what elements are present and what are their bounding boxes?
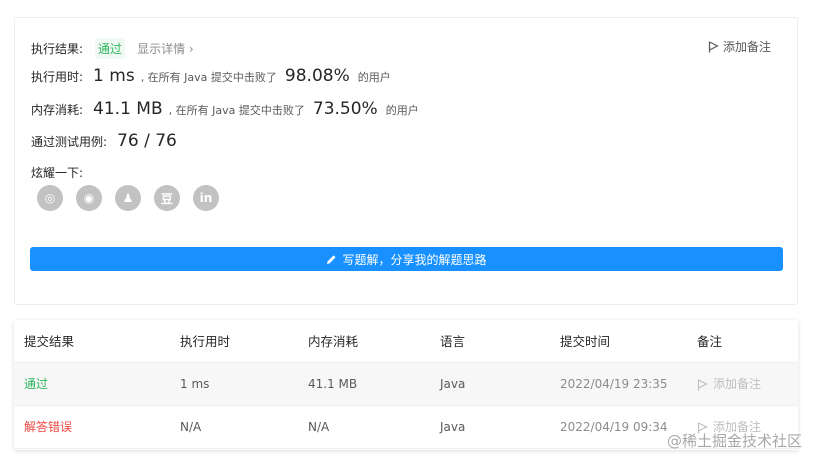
table-row: 通过 1 ms 41.1 MB Java 2022/04/19 23:35 添加… [14, 363, 798, 406]
share-icons: ◎ ◉ ♟ 豆 in [37, 185, 219, 211]
add-note-button[interactable]: 添加备注 [708, 38, 771, 55]
memory-percent: 73.50% [312, 99, 378, 119]
memory-value: 41.1 MB [93, 99, 163, 119]
flag-icon [697, 378, 708, 390]
pencil-icon [327, 254, 337, 264]
runtime-beat-text: , 在所有 Java 提交中击败了 [140, 71, 277, 84]
row-runtime: 1 ms [180, 377, 210, 391]
row-time: 2022/04/19 09:34 [560, 420, 668, 434]
header-note: 备注 [697, 334, 723, 349]
row-memory: 41.1 MB [308, 377, 358, 391]
runtime-value: 1 ms [93, 66, 135, 86]
row-note-label: 添加备注 [713, 377, 762, 391]
status-row: 执行结果: 通过 显示详情 › [31, 38, 194, 59]
row-language: Java [440, 377, 466, 391]
show-details-link[interactable]: 显示详情 › [137, 40, 194, 57]
tests-value: 76 / 76 [117, 131, 177, 151]
row-time: 2022/04/19 23:35 [560, 377, 668, 391]
row-memory: N/A [308, 420, 330, 434]
header-time: 提交时间 [560, 334, 611, 349]
tests-label: 通过测试用例: [31, 135, 108, 149]
result-card: 执行结果: 通过 显示详情 › 添加备注 执行用时: 1 ms , 在所有 Ja… [14, 17, 798, 305]
status-badge: 通过 [95, 38, 126, 59]
qq-icon[interactable]: ♟ [115, 185, 141, 211]
row-language: Java [440, 420, 466, 434]
watermark: @稀土掘金技术社区 [666, 432, 802, 450]
flag-icon [708, 40, 719, 52]
weibo-icon[interactable]: ◉ [76, 185, 102, 211]
douban-icon[interactable]: 豆 [154, 185, 180, 211]
linkedin-icon[interactable]: in [193, 185, 219, 211]
memory-beat-text: , 在所有 Java 提交中击败了 [168, 104, 305, 117]
runtime-row: 执行用时: 1 ms , 在所有 Java 提交中击败了 98.08% 的用户 [31, 66, 391, 86]
status-label: 执行结果: [31, 42, 84, 56]
wechat-icon[interactable]: ◎ [37, 185, 63, 211]
memory-label: 内存消耗: [31, 103, 84, 117]
header-result: 提交结果 [24, 334, 75, 349]
row-result-fail[interactable]: 解答错误 [24, 406, 72, 449]
row-result-pass[interactable]: 通过 [24, 363, 48, 406]
header-runtime: 执行用时 [180, 334, 231, 349]
header-language: 语言 [440, 334, 466, 349]
table-header: 提交结果 执行用时 内存消耗 语言 提交时间 备注 [14, 320, 798, 363]
runtime-label: 执行用时: [31, 70, 84, 84]
memory-users-text: 的用户 [385, 104, 419, 117]
row-add-note-button[interactable]: 添加备注 [697, 363, 761, 406]
runtime-users-text: 的用户 [357, 71, 391, 84]
tests-row: 通过测试用例: 76 / 76 [31, 131, 177, 151]
share-row: 炫耀一下: [31, 164, 83, 181]
row-runtime: N/A [180, 420, 202, 434]
add-note-label: 添加备注 [722, 40, 771, 54]
header-memory: 内存消耗 [308, 334, 359, 349]
memory-row: 内存消耗: 41.1 MB , 在所有 Java 提交中击败了 73.50% 的… [31, 99, 419, 119]
write-solution-button[interactable]: 写题解，分享我的解题思路 [30, 247, 783, 271]
runtime-percent: 98.08% [284, 66, 350, 86]
write-solution-label: 写题解，分享我的解题思路 [342, 252, 487, 267]
share-label: 炫耀一下: [31, 166, 84, 180]
